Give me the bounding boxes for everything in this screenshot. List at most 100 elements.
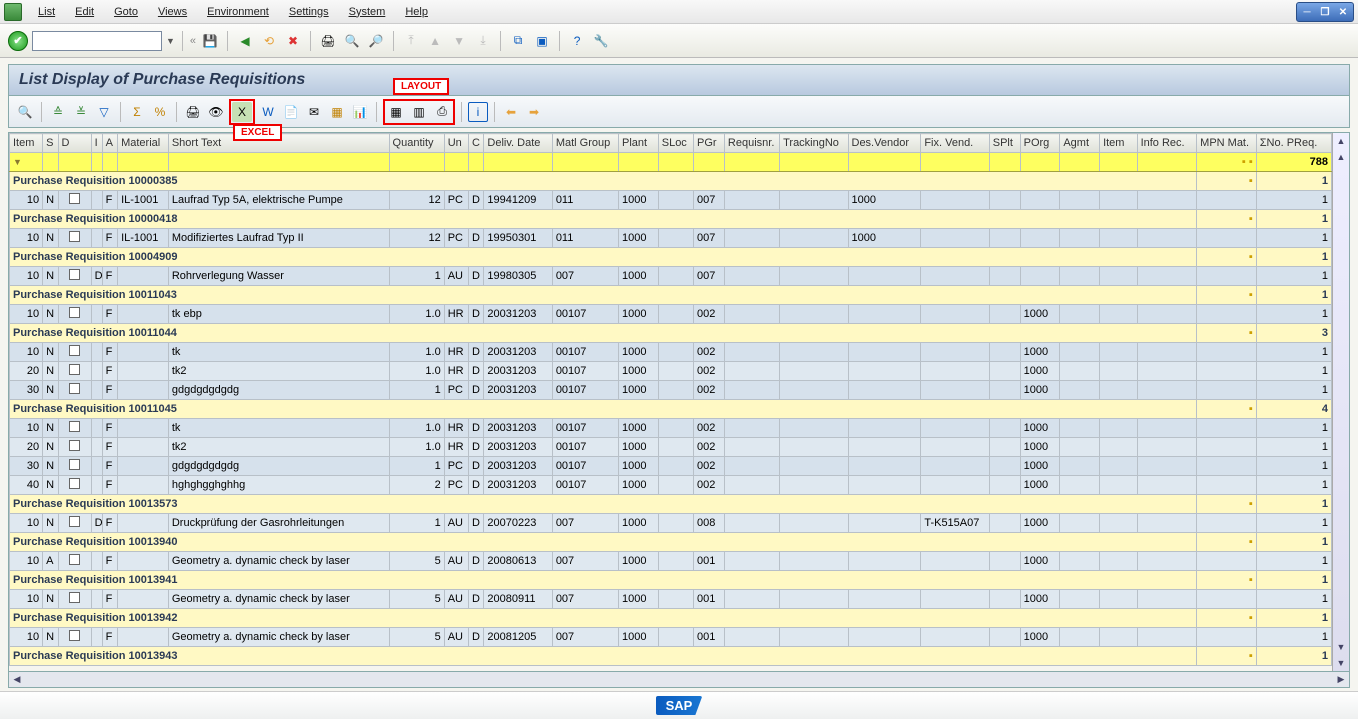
checkbox[interactable] bbox=[69, 459, 80, 470]
col-header[interactable]: MPN Mat. bbox=[1197, 134, 1257, 153]
table-row[interactable]: 10NFIL-1001Laufrad Typ 5A, elektrische P… bbox=[10, 191, 1332, 210]
scroll-left-icon[interactable]: ◀ bbox=[9, 674, 25, 685]
scroll-up-icon[interactable]: ▲ bbox=[1337, 133, 1346, 149]
col-header[interactable]: PGr bbox=[694, 134, 725, 153]
group-row[interactable]: Purchase Requisition 100110431 bbox=[10, 286, 1332, 305]
checkbox[interactable] bbox=[69, 269, 80, 280]
prev-page-icon[interactable]: ▲ bbox=[425, 31, 445, 51]
close-button[interactable]: ✕ bbox=[1334, 4, 1352, 20]
abc-icon[interactable]: ▦ bbox=[327, 102, 347, 122]
first-page-icon[interactable]: ⤒ bbox=[401, 31, 421, 51]
col-header[interactable]: S bbox=[43, 134, 58, 153]
group-row[interactable]: Purchase Requisition 100003851 bbox=[10, 172, 1332, 191]
group-row[interactable]: Purchase Requisition 100139431 bbox=[10, 647, 1332, 666]
menu-list[interactable]: List bbox=[28, 2, 65, 22]
save-layout-icon[interactable]: ⎙ bbox=[432, 102, 452, 122]
horizontal-scrollbar[interactable]: ◀ ▶ bbox=[8, 672, 1350, 688]
minimize-button[interactable]: ─ bbox=[1298, 4, 1316, 20]
help-icon[interactable]: ? bbox=[567, 31, 587, 51]
col-header[interactable]: Requisnr. bbox=[724, 134, 779, 153]
table-row[interactable]: 10AFGeometry a. dynamic check by laser5A… bbox=[10, 552, 1332, 571]
table-row[interactable]: 10NFIL-1001Modifiziertes Laufrad Typ II1… bbox=[10, 229, 1332, 248]
checkbox[interactable] bbox=[69, 440, 80, 451]
filter-row[interactable]: 788 bbox=[10, 153, 1332, 172]
checkbox[interactable] bbox=[69, 554, 80, 565]
menu-edit[interactable]: Edit bbox=[65, 2, 104, 22]
checkbox[interactable] bbox=[69, 364, 80, 375]
col-header[interactable]: TrackingNo bbox=[780, 134, 848, 153]
col-header[interactable]: Matl Group bbox=[552, 134, 618, 153]
menu-environment[interactable]: Environment bbox=[197, 2, 279, 22]
new-session-icon[interactable]: ⧉ bbox=[508, 31, 528, 51]
table-row[interactable]: 10NFtk1.0HRD2003120300107100000210001 bbox=[10, 343, 1332, 362]
table-row[interactable]: 10NDFRohrverlegung Wasser1AUD19980305007… bbox=[10, 267, 1332, 286]
table-row[interactable]: 20NFtk21.0HRD2003120300107100000210001 bbox=[10, 438, 1332, 457]
col-header[interactable]: Agmt bbox=[1060, 134, 1100, 153]
cancel-icon[interactable]: ✖ bbox=[283, 31, 303, 51]
graphic-icon[interactable]: 📊 bbox=[350, 102, 370, 122]
col-header[interactable]: Deliv. Date bbox=[484, 134, 552, 153]
col-header[interactable]: POrg bbox=[1020, 134, 1060, 153]
find-next-icon[interactable]: 🔎 bbox=[366, 31, 386, 51]
view-icon[interactable]: 👁 bbox=[206, 102, 226, 122]
customize-icon[interactable]: 🔧 bbox=[591, 31, 611, 51]
col-header[interactable]: SPlt bbox=[989, 134, 1020, 153]
scroll-down-icon-2[interactable]: ▼ bbox=[1337, 655, 1346, 671]
filter-icon[interactable]: ▽ bbox=[94, 102, 114, 122]
col-header[interactable]: ΣNo. PReq. bbox=[1256, 134, 1331, 153]
group-row[interactable]: Purchase Requisition 100049091 bbox=[10, 248, 1332, 267]
col-header[interactable]: Item bbox=[1100, 134, 1138, 153]
group-row[interactable]: Purchase Requisition 100139411 bbox=[10, 571, 1332, 590]
col-header[interactable]: Info Rec. bbox=[1137, 134, 1197, 153]
group-row[interactable]: Purchase Requisition 100139401 bbox=[10, 533, 1332, 552]
checkbox[interactable] bbox=[69, 630, 80, 641]
checkbox[interactable] bbox=[69, 307, 80, 318]
checkbox[interactable] bbox=[69, 383, 80, 394]
mail-icon[interactable]: ✉ bbox=[304, 102, 324, 122]
print-icon[interactable]: 🖨 bbox=[318, 31, 338, 51]
col-header[interactable]: Plant bbox=[619, 134, 659, 153]
menu-goto[interactable]: Goto bbox=[104, 2, 148, 22]
subtotal-icon[interactable]: % bbox=[150, 102, 170, 122]
shortcut-icon[interactable]: ▣ bbox=[532, 31, 552, 51]
excel-icon[interactable]: X bbox=[232, 102, 252, 122]
col-header[interactable]: Item bbox=[10, 134, 43, 153]
info-icon[interactable]: i bbox=[468, 102, 488, 122]
save-icon[interactable]: 💾 bbox=[200, 31, 220, 51]
sort-desc-icon[interactable]: ≚ bbox=[71, 102, 91, 122]
table-row[interactable]: 10NFtk ebp1.0HRD200312030010710000021000… bbox=[10, 305, 1332, 324]
next-page-icon[interactable]: ▼ bbox=[449, 31, 469, 51]
group-row[interactable]: Purchase Requisition 100004181 bbox=[10, 210, 1332, 229]
requisition-grid[interactable]: ItemSDIAMaterialShort TextQuantityUnCDel… bbox=[9, 133, 1332, 666]
col-header[interactable]: Des.Vendor bbox=[848, 134, 921, 153]
menu-views[interactable]: Views bbox=[148, 2, 197, 22]
group-row[interactable]: Purchase Requisition 100139421 bbox=[10, 609, 1332, 628]
table-row[interactable]: 20NFtk21.0HRD2003120300107100000210001 bbox=[10, 362, 1332, 381]
sort-asc-icon[interactable]: ≙ bbox=[48, 102, 68, 122]
table-row[interactable]: 10NDFDruckprüfung der Gasrohrleitungen1A… bbox=[10, 514, 1332, 533]
scroll-down-icon[interactable]: ▼ bbox=[1337, 639, 1346, 655]
col-header[interactable]: Quantity bbox=[389, 134, 444, 153]
select-layout-icon[interactable]: ▥ bbox=[409, 102, 429, 122]
exit-icon[interactable]: ⟲ bbox=[259, 31, 279, 51]
table-row[interactable]: 10NFGeometry a. dynamic check by laser5A… bbox=[10, 628, 1332, 647]
command-field[interactable] bbox=[32, 31, 162, 51]
col-header[interactable]: A bbox=[102, 134, 117, 153]
change-layout-icon[interactable]: ▦ bbox=[386, 102, 406, 122]
grid-header-row[interactable]: ItemSDIAMaterialShort TextQuantityUnCDel… bbox=[10, 134, 1332, 153]
release-icon[interactable]: ⬅ bbox=[501, 102, 521, 122]
col-header[interactable]: Material bbox=[118, 134, 169, 153]
table-row[interactable]: 30NFgdgdgdgdgdg1PCD200312030010710000021… bbox=[10, 457, 1332, 476]
table-row[interactable]: 30NFgdgdgdgdgdg1PCD200312030010710000021… bbox=[10, 381, 1332, 400]
assign-icon[interactable]: ➡ bbox=[524, 102, 544, 122]
scroll-right-icon[interactable]: ▶ bbox=[1333, 674, 1349, 685]
col-header[interactable]: I bbox=[91, 134, 102, 153]
checkbox[interactable] bbox=[69, 421, 80, 432]
enter-icon[interactable]: ✔ bbox=[8, 31, 28, 51]
menu-system[interactable]: System bbox=[339, 2, 396, 22]
back-icon[interactable]: ◀ bbox=[235, 31, 255, 51]
checkbox[interactable] bbox=[69, 193, 80, 204]
checkbox[interactable] bbox=[69, 592, 80, 603]
col-header[interactable]: D bbox=[58, 134, 91, 153]
maximize-button[interactable]: ❐ bbox=[1316, 4, 1334, 20]
